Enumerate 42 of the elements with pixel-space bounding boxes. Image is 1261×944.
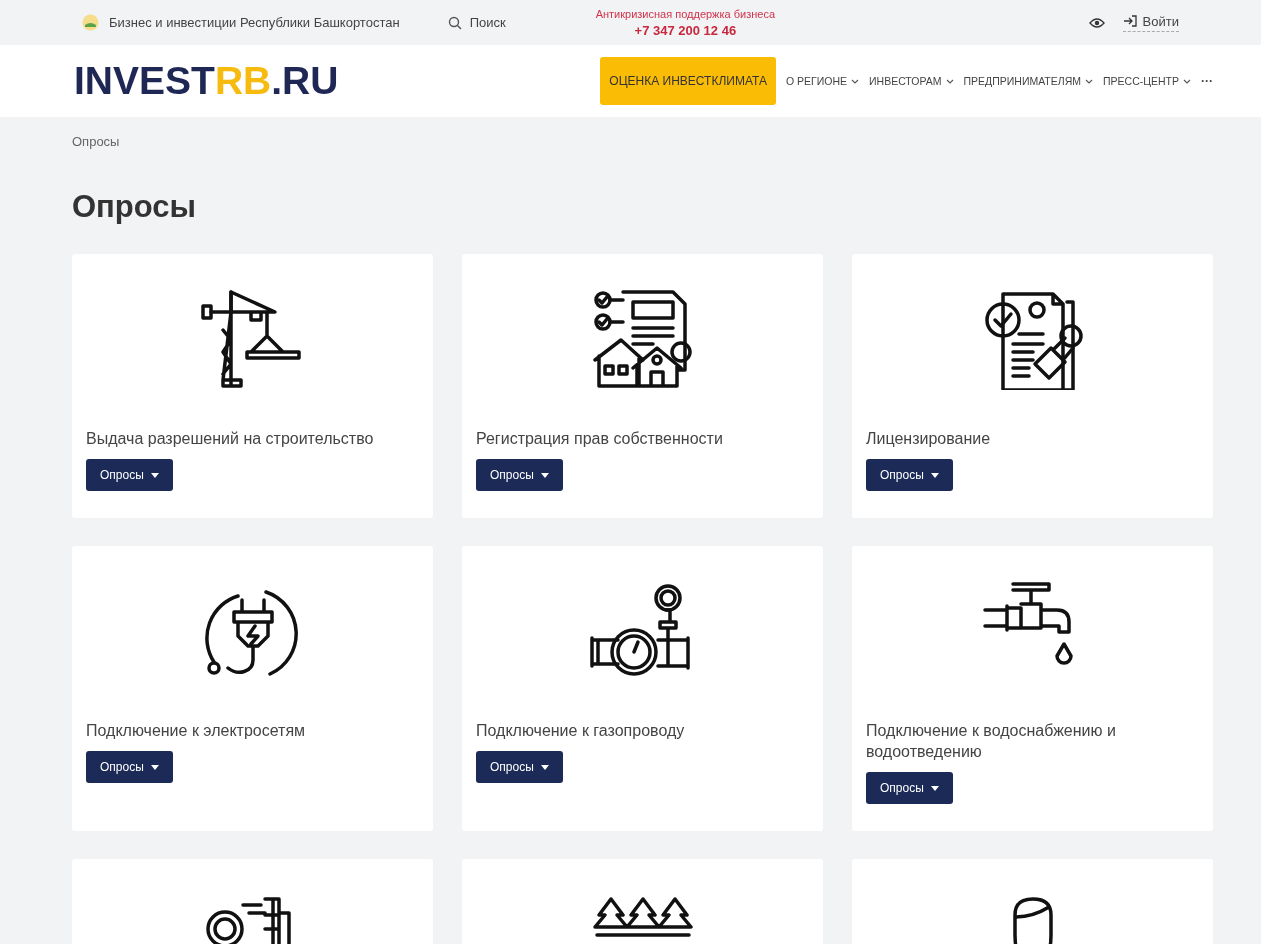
caret-icon: [150, 764, 159, 770]
login-link[interactable]: Войти: [1122, 13, 1179, 32]
caret-icon: [150, 472, 159, 478]
site-name: Бизнес и инвестиции Республики Башкортостан: [109, 15, 400, 30]
surveys-dropdown-button[interactable]: Опросы: [86, 459, 173, 491]
surveys-dropdown-button[interactable]: Опросы: [866, 772, 953, 804]
surveys-dropdown-button[interactable]: Опросы: [476, 459, 563, 491]
chevron-icon: [945, 78, 954, 84]
caret-icon: [930, 785, 939, 791]
page-title: Опросы: [72, 189, 197, 225]
nav-item[interactable]: О РЕГИОНЕ: [785, 75, 859, 87]
hotline-label: Антикризисная поддержка бизнеса: [595, 7, 775, 20]
card-title: Подключение к водоснабжению и водоотведению: [866, 721, 1117, 762]
house-document-icon: [592, 290, 693, 390]
hotline-phone[interactable]: +7 347 200 12 46: [634, 22, 737, 38]
nav-item[interactable]: ПРЕДПРИНИМАТЕЛЯМ: [963, 75, 1093, 87]
caret-icon: [540, 472, 549, 478]
card-title: Регистрация прав собственности: [476, 429, 724, 449]
surveys-dropdown-button[interactable]: Опросы: [86, 751, 173, 783]
surveys-dropdown-button[interactable]: Опросы: [866, 459, 953, 491]
login-icon: [1122, 15, 1137, 27]
certificate-stamp-icon: [982, 290, 1083, 390]
card-title: Подключение к газопроводу: [476, 721, 686, 741]
caret-icon: [930, 472, 939, 478]
emblem-icon: [82, 14, 99, 31]
eye-icon[interactable]: [1088, 17, 1105, 28]
chevron-icon: [1183, 78, 1191, 84]
nav-item[interactable]: ИНВЕСТОРАМ: [869, 75, 954, 87]
chevron-icon: [1085, 78, 1093, 84]
card-title: Лицензирование: [866, 429, 992, 449]
site-logo[interactable]: INVESTRB.RU: [74, 59, 339, 103]
nav-item[interactable]: ПРЕСС-ЦЕНТР: [1103, 75, 1191, 87]
more-menu[interactable]: ···: [1201, 74, 1213, 88]
card-title: Выдача разрешений на строительство: [86, 429, 375, 449]
search-icon: [447, 15, 462, 30]
search-link[interactable]: Поиск: [447, 15, 506, 30]
chevron-icon: [851, 78, 859, 84]
breadcrumb[interactable]: Опросы: [72, 134, 1221, 149]
card-title: Подключение к электросетям: [86, 721, 307, 741]
investclimate-button[interactable]: ОЦЕНКА ИНВЕСТКЛИМАТА: [600, 57, 776, 105]
caret-icon: [540, 764, 549, 770]
surveys-dropdown-button[interactable]: Опросы: [476, 751, 563, 783]
